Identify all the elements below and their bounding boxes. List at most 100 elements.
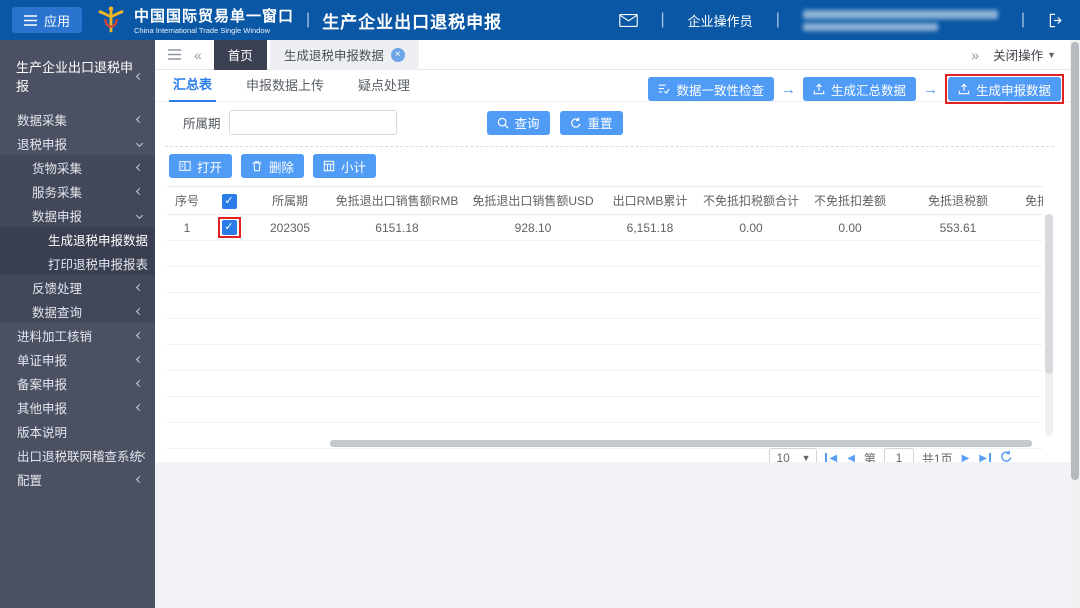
subtab-label: 汇总表 (173, 76, 213, 92)
tab-home[interactable]: 首页 (213, 39, 267, 70)
page-prefix-label: 第 (863, 451, 876, 463)
prev-page-button[interactable]: ◀ (846, 453, 856, 463)
cell-sales-rmb: 6151.18 (329, 214, 465, 241)
page-scrollbar (1070, 40, 1080, 608)
caret-down-icon: ▼ (801, 453, 811, 462)
button-label: 查询 (514, 117, 540, 131)
empty-row (167, 370, 1043, 397)
chevron-left-icon (135, 307, 144, 315)
hamburger-icon (168, 48, 181, 60)
cell-no-deduct-diff: 0.00 (803, 214, 897, 241)
subtotal-button[interactable]: 小计 (313, 154, 377, 178)
dashed-divider (165, 146, 1054, 147)
workflow-arrow-icon: → (922, 80, 938, 98)
page-size-select[interactable]: 10 ▼ (769, 447, 818, 462)
table-row[interactable]: 1 ✓ 202305 6151.18 928.10 6,151.18 0.00 … (167, 214, 1043, 241)
sidebar-item-tax-refund-declaration[interactable]: 退税申报 (0, 131, 155, 155)
sidebar-item-data-collection[interactable]: 数据采集 (0, 107, 155, 131)
sidebar-item-label: 单证申报 (17, 353, 68, 368)
cell-select: ✓ (207, 214, 251, 241)
select-all-checkbox[interactable]: ✓ (221, 193, 237, 209)
close-tab-icon[interactable]: × (390, 47, 405, 62)
sidebar-item-label: 其他申报 (17, 401, 68, 416)
first-page-button[interactable]: ◀ (825, 452, 838, 462)
page-scrollbar-thumb[interactable] (1071, 42, 1079, 480)
scroll-tabs-right-button[interactable]: » (971, 47, 979, 63)
search-button[interactable]: 查询 (486, 110, 550, 135)
sidebar-item-processing-trade-verification[interactable]: 进料加工核销 (0, 323, 155, 347)
empty-row (167, 318, 1043, 345)
redacted-company-info (802, 9, 998, 31)
page-number-input[interactable]: 1 (883, 448, 914, 462)
hamburger-icon (24, 14, 37, 26)
col-sales-rmb: 免抵退出口销售额RMB (329, 186, 465, 215)
scroll-tabs-left-button[interactable]: « (194, 47, 202, 63)
table-vertical-scrollbar-thumb[interactable] (1045, 214, 1053, 374)
button-label: 数据一致性检查 (676, 83, 764, 98)
sidebar-item-print-refund-report[interactable]: 打印退税申报报表 (0, 251, 155, 275)
logout-button[interactable] (1048, 13, 1064, 28)
apps-menu-button[interactable]: 应用 (12, 7, 83, 33)
sidebar-item-network-inspection-system[interactable]: 出口退税联网稽查系统 (0, 443, 155, 467)
button-label: 删除 (269, 160, 295, 175)
collapse-sidebar-button[interactable] (168, 47, 181, 63)
sidebar-item-data-query[interactable]: 数据查询 (0, 299, 155, 323)
close-operations-dropdown[interactable]: 关闭操作 ▼ (993, 45, 1056, 64)
data-table-wrapper: 序号 ✓ 所属期 免抵退出口销售额RMB 免抵退出口销售额USD 出口RMB累计… (167, 186, 1043, 449)
sidebar-item-service-collection[interactable]: 服务采集 (0, 179, 155, 203)
cell-no-deduct-total: 0.00 (699, 214, 803, 241)
sidebar-item-document-declaration[interactable]: 单证申报 (0, 347, 155, 371)
query-buttons: 查询 重置 (486, 110, 623, 135)
query-form: 所属期 查询 重置 (183, 110, 623, 135)
generate-summary-data-button[interactable]: 生成汇总数据 (802, 77, 916, 101)
sidebar-item-feedback-processing[interactable]: 反馈处理 (0, 275, 155, 299)
subtab-upload-declaration-data[interactable]: 申报数据上传 (242, 70, 328, 102)
checklist-icon (659, 84, 671, 94)
chevron-left-icon (140, 451, 149, 459)
sidebar-item-version-notes[interactable]: 版本说明 (0, 419, 155, 443)
envelope-icon (618, 13, 638, 27)
sidebar: 生产企业出口退税申报 数据采集 退税申报 货物采集 服务采集 数据申报 生成退税… (0, 40, 155, 608)
refresh-button[interactable] (999, 450, 1014, 462)
subtab-summary-table[interactable]: 汇总表 (169, 70, 217, 102)
sidebar-item-configuration[interactable]: 配置 (0, 467, 155, 491)
workflow-buttons: 数据一致性检查 → 生成汇总数据 → 生成申报数据 (648, 74, 1064, 104)
period-input[interactable] (228, 110, 397, 135)
sidebar-item-goods-collection[interactable]: 货物采集 (0, 155, 155, 179)
topbar-right: | 企业操作员 | | (618, 9, 1080, 31)
chevron-left-icon (135, 163, 144, 171)
page-total-label: 共1页 (921, 451, 953, 463)
generate-declaration-data-button[interactable]: 生成申报数据 (947, 77, 1061, 101)
search-icon (497, 117, 509, 129)
tab-generate-refund-data[interactable]: 生成退税申报数据 × (269, 39, 419, 70)
sidebar-title[interactable]: 生产企业出口退税申报 (0, 40, 155, 107)
row-checkbox[interactable]: ✓ (221, 220, 237, 235)
chevron-down-icon (135, 211, 144, 219)
subtab-doubt-handling[interactable]: 疑点处理 (354, 70, 414, 102)
brand-title: 中国国际贸易单一窗口 (134, 8, 295, 25)
next-page-button[interactable]: ▶ (961, 453, 971, 463)
last-page-button[interactable]: ▶ (978, 452, 991, 462)
chevron-down-icon (135, 139, 144, 147)
topbar: 应用 中国国际贸易单一窗口 China International Trade … (0, 0, 1080, 40)
tab-strip: « 首页 生成退税申报数据 × » 关闭操作 ▼ (155, 39, 1070, 70)
sidebar-item-other-declaration[interactable]: 其他申报 (0, 395, 155, 419)
upload-icon (958, 83, 970, 95)
calculator-icon (323, 160, 335, 172)
delete-button[interactable]: 删除 (241, 154, 305, 178)
mail-button[interactable] (618, 13, 638, 27)
annotation-highlight-row-checkbox: ✓ (217, 217, 241, 238)
sidebar-item-record-declaration[interactable]: 备案申报 (0, 371, 155, 395)
data-consistency-check-button[interactable]: 数据一致性检查 (648, 77, 774, 101)
redacted-line (802, 9, 998, 19)
close-operations-label: 关闭操作 (993, 49, 1044, 63)
empty-row (167, 266, 1043, 293)
sidebar-item-generate-refund-data[interactable]: 生成退税申报数据 (0, 227, 155, 251)
col-exempt-amount: 免抵税额 (1019, 186, 1043, 215)
reset-button[interactable]: 重置 (559, 110, 623, 135)
open-button[interactable]: 打开 (169, 154, 233, 178)
sidebar-item-data-declaration[interactable]: 数据申报 (0, 203, 155, 227)
button-label: 生成申报数据 (975, 83, 1051, 98)
page-size-value: 10 (776, 451, 790, 462)
sidebar-item-label: 反馈处理 (32, 281, 83, 296)
